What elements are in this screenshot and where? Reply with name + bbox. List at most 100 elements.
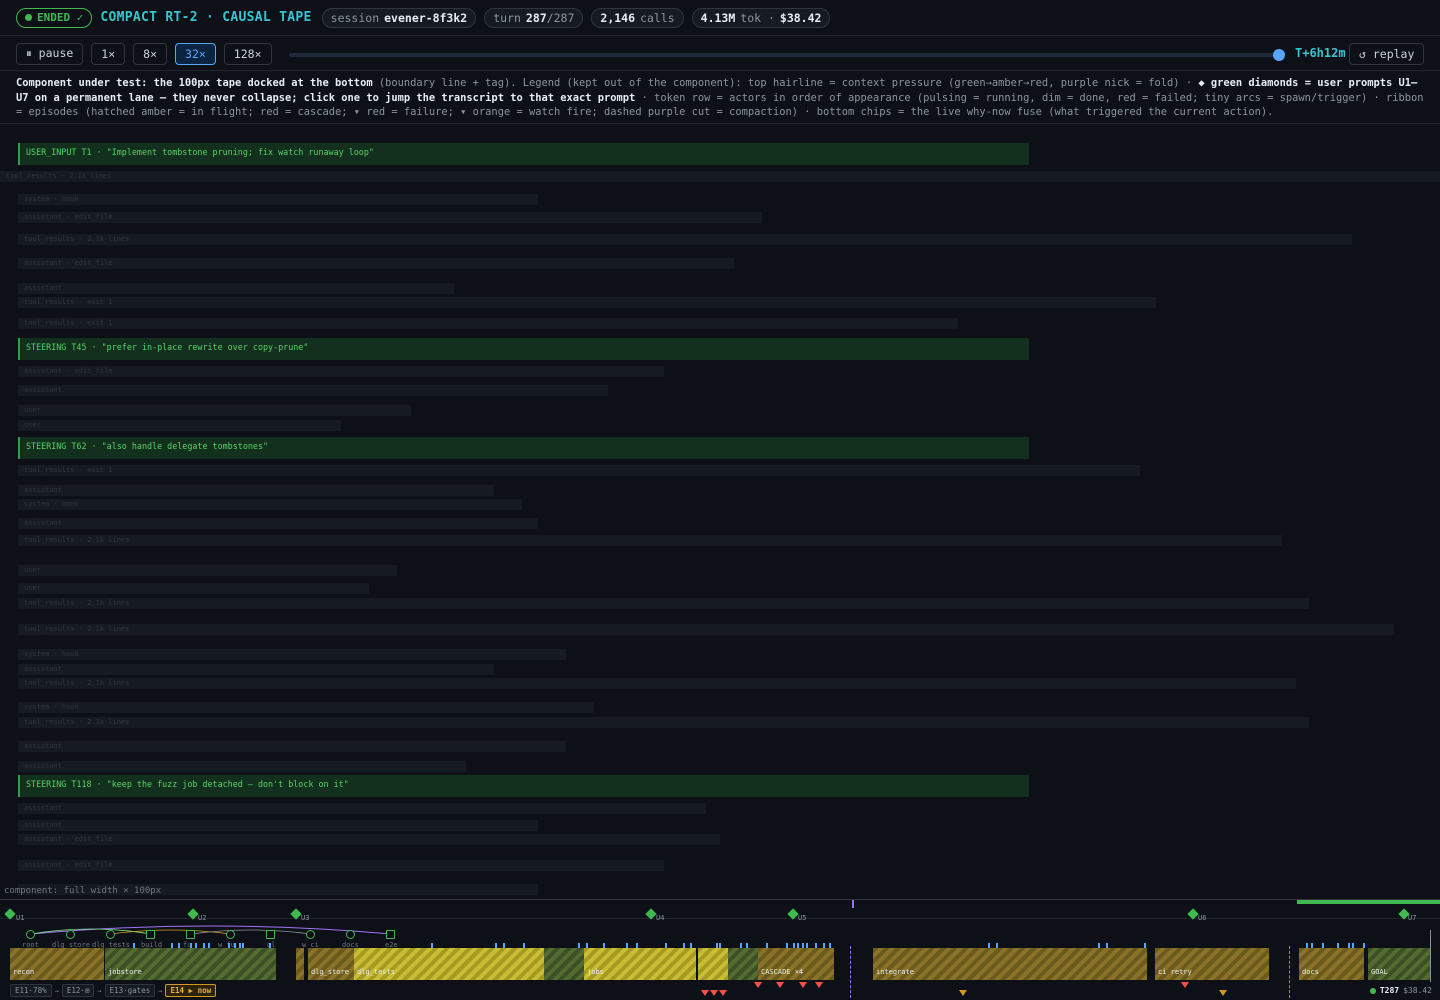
actor-token-fu[interactable] (186, 930, 195, 939)
episode-dlg-tests[interactable]: dlg_tests (354, 948, 544, 980)
transcript-row[interactable]: assistant · edit_file (18, 860, 664, 871)
transcript-row[interactable]: system · hook (18, 499, 522, 510)
transcript-row[interactable]: tool_results · exit 1 (18, 318, 958, 329)
episode-cascade[interactable]: CASCADE ×4 (758, 948, 834, 980)
turn-current: 287 (525, 10, 547, 25)
scrubber-handle[interactable] (1273, 49, 1285, 61)
transcript-row[interactable]: assistant · edit_file (18, 834, 720, 845)
episode-label: dlg_tests (357, 968, 395, 976)
transcript-row[interactable]: tool_results · 2.1k lines (18, 598, 1309, 609)
transcript-row[interactable]: assistant (18, 283, 454, 294)
transcript-row[interactable]: assistant (18, 385, 608, 396)
fuse-chip-current[interactable]: E14 ▶ now (165, 984, 217, 997)
transcript-row[interactable]: assistant (18, 518, 538, 529)
playback-controls: ⏸ pause 1× 8× 32× 128× T+6h12m ↺ replay (0, 37, 1440, 71)
transcript-row[interactable]: user (18, 583, 369, 594)
failure-marker-icon[interactable] (776, 982, 784, 988)
transcript-row[interactable]: user (18, 565, 397, 576)
steering-message[interactable]: STEERING T45 · "prefer in-place rewrite … (18, 338, 1029, 360)
transcript-row[interactable]: assistant (18, 803, 706, 814)
fuse-chip[interactable]: E11·78% (10, 984, 52, 997)
actor-token-w-ci[interactable] (306, 930, 315, 939)
transcript-row[interactable]: user (18, 405, 411, 416)
transcript-row[interactable]: assistant (18, 485, 494, 496)
transcript-row[interactable]: tool_results · 2.1k lines (18, 535, 1282, 546)
failure-marker-icon[interactable] (799, 982, 807, 988)
tokens-value: 4.13M (700, 10, 736, 25)
replay-button[interactable]: ↺ replay (1349, 43, 1425, 65)
episode-docs[interactable]: docs (1299, 948, 1364, 980)
failure-marker-icon[interactable] (710, 990, 718, 996)
episode-jobs-tail[interactable] (698, 948, 728, 980)
transcript-row[interactable]: tool_results · 2.1k lines (0, 171, 1440, 182)
speed-128x-button[interactable]: 128× (223, 42, 272, 65)
episode-label: dlg_store (311, 968, 349, 976)
turn-label: turn (493, 10, 521, 25)
legend-text: Component under test: the 100px tape doc… (0, 72, 1440, 124)
transcript-row[interactable]: tool_results · 2.1k lines (18, 624, 1394, 635)
actor-token-e2e[interactable] (386, 930, 395, 939)
transcript-row[interactable]: system · hook (18, 702, 594, 713)
transcript-row[interactable]: tool_results · 2.1k lines (18, 717, 1309, 728)
timeline-scrubber[interactable] (289, 49, 1285, 61)
transcript-pane[interactable]: USER_INPUT T1 · "Implement tombstone pru… (0, 124, 1440, 900)
episode-goal[interactable]: GOAL (1368, 948, 1430, 980)
transcript-row[interactable]: assistant · edit_file (18, 258, 734, 269)
prompt-lane (0, 918, 1440, 919)
failure-marker-icon[interactable] (1181, 982, 1189, 988)
fuse-chip[interactable]: E12·⊞ (61, 984, 95, 997)
calls-value: 2,146 (600, 10, 636, 25)
watch-fire-marker-icon[interactable] (959, 990, 967, 996)
episode-pre-cascade[interactable] (728, 948, 758, 980)
episode-integrate[interactable]: integrate (873, 948, 1147, 980)
transcript-row[interactable]: assistant (18, 820, 538, 831)
transcript-row[interactable]: system · hook (18, 194, 538, 205)
actor-token-dlg-store[interactable] (66, 930, 75, 939)
speed-1x-button[interactable]: 1× (91, 42, 126, 65)
transcript-row[interactable]: assistant (18, 761, 466, 772)
arrow-right-icon: → (158, 986, 163, 995)
transcript-row[interactable]: tool_results · exit 1 (18, 465, 1140, 476)
speed-32x-button[interactable]: 32× (175, 42, 216, 65)
episode-recon[interactable]: recon (10, 948, 104, 980)
actor-token-docs[interactable] (346, 930, 355, 939)
steering-message[interactable]: STEERING T118 · "keep the fuzz job detac… (18, 775, 1029, 797)
actor-token-root[interactable] (26, 930, 35, 939)
actor-token-w-fu[interactable] (226, 930, 235, 939)
transcript-row[interactable]: assistant · edit_file (18, 212, 762, 223)
pause-button[interactable]: ⏸ pause (16, 42, 84, 65)
watch-fire-marker-icon[interactable] (1219, 990, 1227, 996)
failure-marker-icon[interactable] (754, 982, 762, 988)
fuse-chip[interactable]: E13·gates (104, 984, 156, 997)
episode-sliver[interactable] (296, 948, 304, 980)
failure-marker-icon[interactable] (701, 990, 709, 996)
episode-jobstore[interactable]: jobstore (105, 948, 276, 980)
actor-token-dlg-tests[interactable] (106, 930, 115, 939)
live-turn: T287 (1379, 986, 1400, 995)
transcript-row[interactable]: user (18, 420, 341, 431)
spawn-arc (110, 929, 232, 935)
failure-marker-icon[interactable] (815, 982, 823, 988)
causal-tape: U1 U2 U3 U4 U5 U6 U7 root dlg_store dlg_… (0, 899, 1440, 1000)
speed-8x-button[interactable]: 8× (133, 42, 168, 65)
actor-token-gl[interactable] (266, 930, 275, 939)
steering-message[interactable]: STEERING T62 · "also handle delegate tom… (18, 437, 1029, 459)
episode-bridge[interactable] (544, 948, 584, 980)
transcript-row[interactable]: assistant (18, 741, 566, 752)
transcript-row[interactable]: system · hook (18, 649, 566, 660)
episode-dlg-store[interactable]: dlg_store (308, 948, 354, 980)
transcript-row[interactable]: assistant · edit_file (18, 366, 664, 377)
steering-message[interactable]: USER_INPUT T1 · "Implement tombstone pru… (18, 143, 1029, 165)
episode-jobs[interactable]: jobs (584, 948, 696, 980)
transcript-row[interactable]: assistant (18, 664, 494, 675)
failure-marker-icon[interactable] (719, 990, 727, 996)
transcript-row[interactable]: tool_results · 2.1k lines (18, 678, 1296, 689)
transcript-row[interactable]: tool_results · exit 1 (18, 297, 1156, 308)
spawn-arcs (30, 925, 392, 935)
actor-token-build[interactable] (146, 930, 155, 939)
status-text: ENDED ✓ (37, 11, 84, 24)
transcript-row[interactable]: tool_results · 2.1k lines (18, 234, 1352, 245)
episode-ci-retry[interactable]: ci retry (1155, 948, 1269, 980)
legend-part-2: (boundary line + tag). Legend (kept out … (372, 77, 1199, 89)
episode-label: CASCADE ×4 (761, 968, 804, 976)
